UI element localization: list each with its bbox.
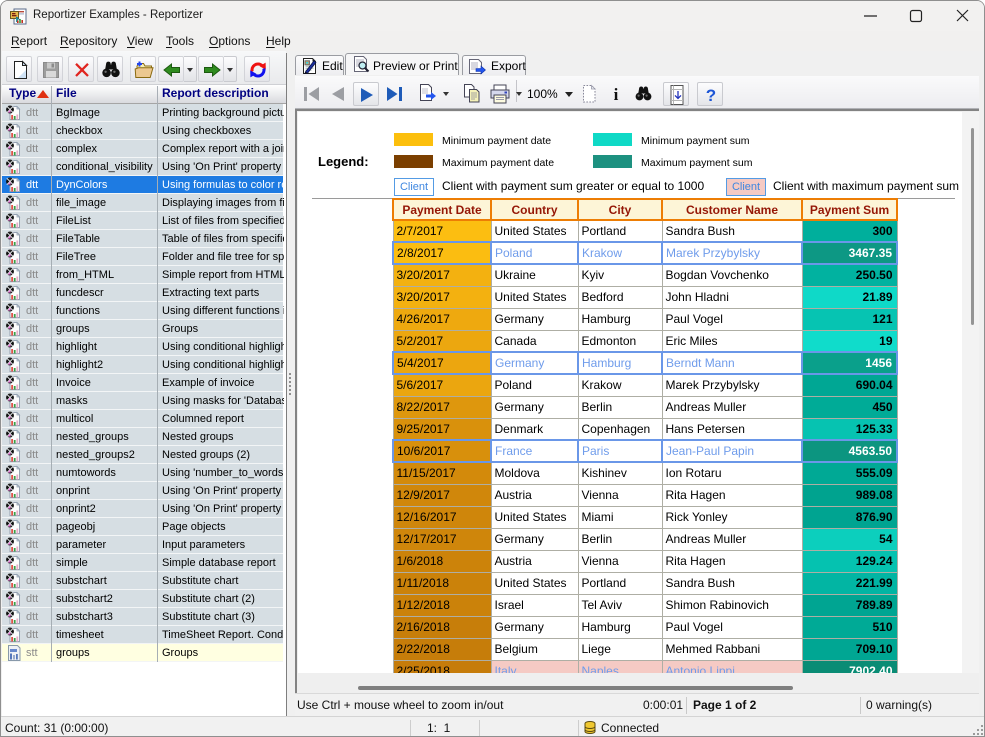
- svg-text:i: i: [614, 85, 619, 104]
- svg-text:?: ?: [706, 86, 716, 105]
